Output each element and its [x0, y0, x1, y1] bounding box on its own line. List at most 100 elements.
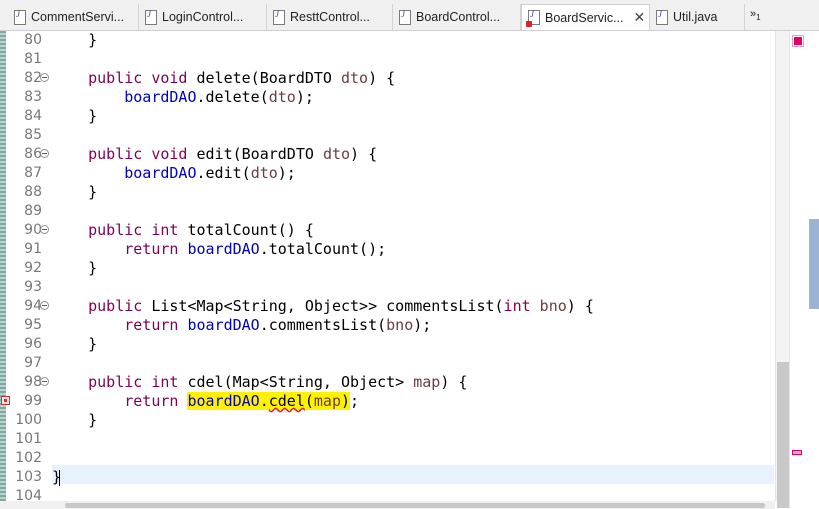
editor-tab-bar: CommentServi... LoginControl... ResttCon…	[0, 0, 819, 31]
java-file-icon	[399, 9, 411, 25]
code-text[interactable]: public int totalCount() {	[52, 221, 314, 240]
code-text[interactable]: return boardDAO.totalCount();	[52, 240, 386, 259]
fold-toggle-icon[interactable]	[40, 149, 49, 158]
tab-label: CommentServi...	[31, 10, 125, 24]
line-number: 98	[24, 374, 42, 390]
line-number: 103	[15, 469, 42, 485]
error-summary-icon[interactable]	[792, 35, 804, 47]
code-line: 94 public List<Map<String, Object>> comm…	[0, 297, 775, 316]
tab-label: BoardServic...	[545, 10, 624, 25]
fold-toggle-icon[interactable]	[40, 73, 49, 82]
code-editor[interactable]: 80 } 81 82 public void delete(BoardDTO d…	[0, 31, 775, 509]
error-annotation-marker[interactable]	[792, 450, 802, 455]
java-file-icon	[273, 9, 285, 25]
code-text[interactable]: }	[52, 183, 97, 202]
code-line: 89	[0, 202, 775, 221]
line-number: 90	[24, 222, 42, 238]
vertical-scrollbar[interactable]	[775, 31, 790, 508]
code-line: 92 }	[0, 259, 775, 278]
overview-ruler-thumb[interactable]	[809, 219, 819, 309]
tab-resttcontroller[interactable]: ResttControl...	[267, 4, 393, 30]
close-tab-icon[interactable]: ✕	[634, 9, 646, 26]
tab-label: BoardControl...	[416, 10, 501, 24]
code-text[interactable]: public List<Map<String, Object>> comment…	[52, 297, 594, 316]
line-number: 87	[24, 165, 42, 181]
code-line-error: 99 return boardDAO.cdel(map);	[0, 392, 775, 411]
tab-commentservice[interactable]: CommentServi...	[8, 4, 139, 30]
fold-toggle-icon[interactable]	[40, 377, 49, 386]
tab-label: Util.java	[673, 10, 718, 24]
line-number: 86	[24, 146, 42, 162]
overview-ruler[interactable]	[789, 31, 819, 509]
code-line: 83 boardDAO.delete(dto);	[0, 88, 775, 107]
tab-label: LoginControl...	[162, 10, 244, 24]
code-text[interactable]: }	[52, 335, 97, 354]
java-file-error-icon	[526, 9, 540, 27]
line-number: 101	[15, 431, 42, 447]
code-line: 101	[0, 430, 775, 449]
java-file-icon	[14, 9, 26, 25]
code-line: 96 }	[0, 335, 775, 354]
code-line: 90 public int totalCount() {	[0, 221, 775, 240]
code-text[interactable]: }	[52, 259, 97, 278]
vertical-scroll-thumb[interactable]	[777, 362, 789, 508]
line-number: 94	[24, 298, 42, 314]
code-line: 87 boardDAO.edit(dto);	[0, 164, 775, 183]
code-line: 82 public void delete(BoardDTO dto) {	[0, 69, 775, 88]
code-line-current: 103 }	[0, 468, 775, 487]
fold-toggle-icon[interactable]	[40, 225, 49, 234]
line-number: 100	[15, 412, 42, 428]
code-line: 98 public int cdel(Map<String, Object> m…	[0, 373, 775, 392]
horizontal-scroll-thumb[interactable]	[65, 503, 765, 508]
java-file-icon	[656, 9, 668, 25]
text-caret	[59, 470, 60, 486]
code-line: 88 }	[0, 183, 775, 202]
tab-label: ResttControl...	[290, 10, 370, 24]
java-file-icon	[145, 9, 157, 25]
code-line: 95 return boardDAO.commentsList(bno);	[0, 316, 775, 335]
line-number: 95	[24, 317, 42, 333]
line-number: 91	[24, 241, 42, 257]
code-text[interactable]: public int cdel(Map<String, Object> map)…	[52, 373, 467, 392]
line-number: 99	[24, 393, 42, 409]
overflow-count: 1	[756, 13, 761, 23]
line-number: 82	[24, 70, 42, 86]
code-line: 81	[0, 50, 775, 69]
line-number: 88	[24, 184, 42, 200]
line-number: 81	[24, 51, 42, 67]
line-number: 85	[24, 127, 42, 143]
code-line: 85	[0, 126, 775, 145]
line-number: 93	[24, 279, 42, 295]
code-text[interactable]: return boardDAO.cdel(map);	[52, 392, 359, 411]
line-number: 80	[24, 32, 42, 48]
tab-util-java[interactable]: Util.java	[650, 4, 745, 30]
line-number: 92	[24, 260, 42, 276]
code-line: 97	[0, 354, 775, 373]
code-text[interactable]: }	[52, 31, 97, 50]
code-text[interactable]: }	[52, 107, 97, 126]
line-number: 89	[24, 203, 42, 219]
code-line: 84 }	[0, 107, 775, 126]
code-text[interactable]: public void delete(BoardDTO dto) {	[52, 69, 395, 88]
horizontal-scrollbar[interactable]	[0, 501, 775, 509]
tab-boardcontroller[interactable]: BoardControl...	[393, 4, 521, 30]
code-text[interactable]: public void edit(BoardDTO dto) {	[52, 145, 377, 164]
code-line: 91 return boardDAO.totalCount();	[0, 240, 775, 259]
code-text[interactable]: boardDAO.edit(dto);	[52, 164, 296, 183]
line-number: 102	[15, 450, 42, 466]
tab-boardservice[interactable]: BoardServic... ✕	[521, 4, 650, 30]
line-number: 84	[24, 108, 42, 124]
line-number: 83	[24, 89, 42, 105]
code-text[interactable]: boardDAO.delete(dto);	[52, 88, 314, 107]
line-number: 97	[24, 355, 42, 371]
line-number: 96	[24, 336, 42, 352]
tab-overflow-button[interactable]: »1	[750, 8, 761, 22]
code-line: 100 }	[0, 411, 775, 430]
code-line: 80 }	[0, 31, 775, 50]
fold-toggle-icon[interactable]	[40, 301, 49, 310]
tab-logincontroller[interactable]: LoginControl...	[139, 4, 267, 30]
code-text[interactable]: return boardDAO.commentsList(bno);	[52, 316, 431, 335]
code-line: 93	[0, 278, 775, 297]
code-text[interactable]: }	[52, 411, 97, 430]
code-line: 86 public void edit(BoardDTO dto) {	[0, 145, 775, 164]
